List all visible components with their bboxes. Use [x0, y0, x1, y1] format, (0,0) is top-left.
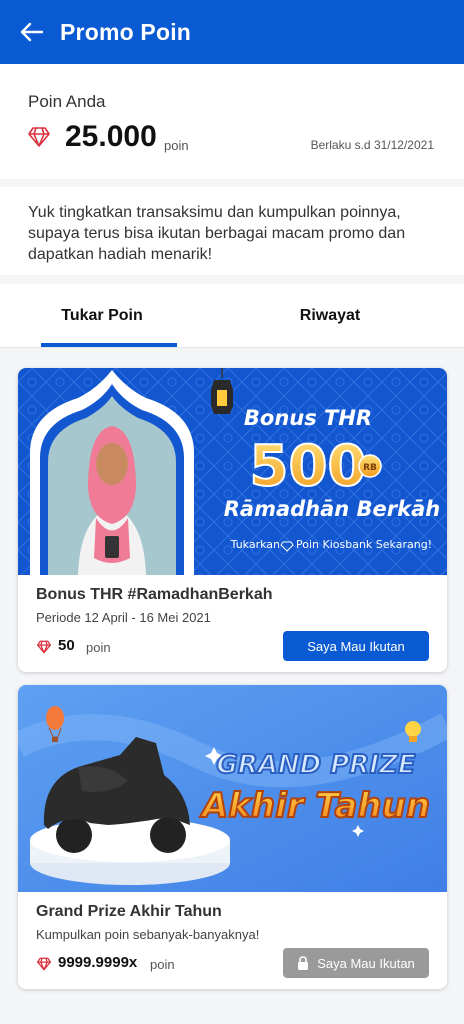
tab-bar: Tukar Poin Riwayat — [0, 284, 464, 348]
diamond-icon — [37, 957, 51, 971]
promo-points: 50 — [58, 637, 75, 654]
banner-amount: 500 — [250, 434, 367, 499]
points-summary: Poin Anda 25.000 poin Berlaku s.d 31/12/… — [0, 64, 464, 179]
join-promo-button-label: Saya Mau Ikutan — [307, 638, 405, 654]
info-text: Yuk tingkatkan transaksimu dan kumpulkan… — [28, 204, 406, 263]
banner-line2: Akhir Tahun — [199, 786, 430, 826]
lock-icon — [298, 956, 309, 970]
points-unit: poin — [164, 138, 189, 153]
join-promo-button-label: Saya Mau Ikutan — [317, 955, 415, 971]
back-button[interactable] — [0, 0, 64, 64]
banner-cta-prefix: Tukarkan — [230, 538, 280, 551]
points-label: Poin Anda — [28, 92, 106, 111]
app-bar: Promo Poin — [0, 0, 464, 64]
page-title: Promo Poin — [60, 18, 192, 45]
promo-title: Bonus THR #RamadhanBerkah — [36, 586, 273, 603]
points-expiry: Berlaku s.d 31/12/2021 — [310, 138, 434, 152]
promo-banner-image: Bonus THR 500 RB Rāmadhān Berkāh Tukarka… — [18, 368, 447, 575]
banner-tagline: Rāmadhān Berkāh — [224, 497, 441, 521]
tab-tukar-poin[interactable]: Tukar Poin — [12, 284, 192, 348]
banner-headline: Bonus THR — [244, 406, 372, 430]
banner-amount-unit: RB — [363, 463, 377, 473]
tab-active-indicator — [41, 343, 177, 347]
join-promo-button[interactable]: Saya Mau Ikutan — [283, 631, 429, 661]
tab-riwayat[interactable]: Riwayat — [240, 284, 420, 348]
promo-period: Periode 12 April - 16 Mei 2021 — [36, 610, 211, 625]
points-balance: 25.000 — [65, 120, 157, 153]
diamond-icon — [28, 127, 50, 147]
arrow-left-icon — [20, 22, 44, 42]
promo-banner-image: GRAND PRIZE Akhir Tahun — [18, 685, 447, 892]
promo-points: 9999.9999x — [58, 954, 138, 971]
promo-card[interactable]: GRAND PRIZE Akhir Tahun Grand Prize Akhi… — [18, 685, 447, 989]
promo-title: Grand Prize Akhir Tahun — [36, 903, 222, 920]
banner-line1: GRAND PRIZE — [216, 750, 415, 780]
promo-points-unit: poin — [86, 640, 111, 655]
banner-cta-suffix: Poin Kiosbank Sekarang! — [296, 538, 432, 551]
promo-points-unit: poin — [150, 957, 175, 972]
join-promo-button-disabled[interactable]: Saya Mau Ikutan — [283, 948, 429, 978]
diamond-icon — [37, 640, 51, 654]
info-banner: Yuk tingkatkan transaksimu dan kumpulkan… — [0, 187, 464, 275]
promo-description: Kumpulkan poin sebanyak-banyaknya! — [36, 927, 260, 942]
promo-card[interactable]: Bonus THR 500 RB Rāmadhān Berkāh Tukarka… — [18, 368, 447, 672]
